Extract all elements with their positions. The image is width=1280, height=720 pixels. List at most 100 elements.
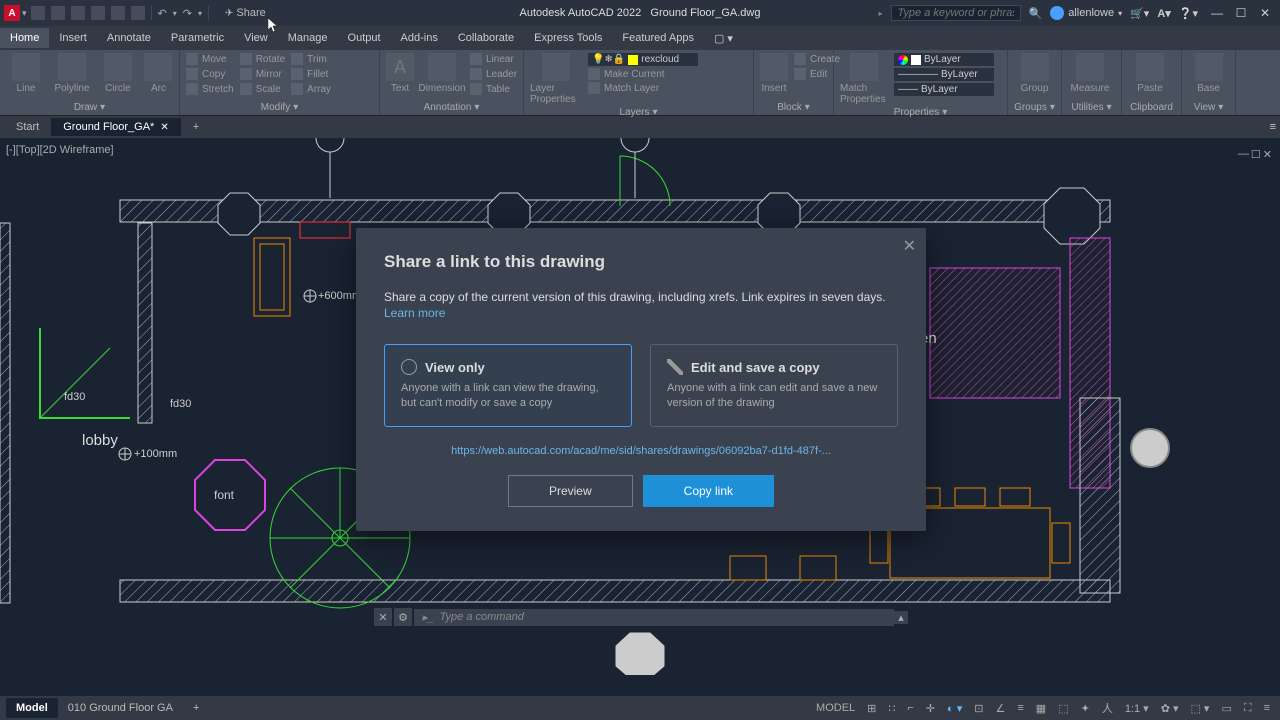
model-tab[interactable]: Model bbox=[6, 698, 58, 718]
tab-parametric[interactable]: Parametric bbox=[161, 28, 234, 48]
fillet-button[interactable]: Fillet bbox=[291, 68, 331, 80]
match-properties-button[interactable]: Match Properties bbox=[840, 53, 888, 105]
cleanscreen-icon[interactable]: ⛶ bbox=[1240, 700, 1256, 717]
osnap-icon[interactable]: ⊡ bbox=[970, 700, 987, 717]
circle-button[interactable]: Circle bbox=[98, 53, 138, 94]
cmd-history-icon[interactable]: ▴ bbox=[894, 611, 908, 624]
group-button[interactable]: Group bbox=[1014, 53, 1055, 94]
lineweight-dropdown[interactable]: —— ByLayer bbox=[894, 83, 994, 96]
match-layer-button[interactable]: Match Layer bbox=[588, 82, 698, 94]
tab-extra[interactable]: ▢ ▾ bbox=[704, 28, 743, 49]
tab-output[interactable]: Output bbox=[338, 28, 391, 48]
leader-button[interactable]: Leader bbox=[470, 68, 517, 80]
quickprops-icon[interactable]: ▭ bbox=[1217, 700, 1235, 717]
layout-tab-1[interactable]: 010 Ground Floor GA bbox=[58, 698, 183, 718]
lineweight-icon[interactable]: ≡ bbox=[1013, 700, 1027, 716]
panel-modify-title[interactable]: Modify ▾ bbox=[186, 100, 373, 115]
scale-button[interactable]: Scale bbox=[240, 83, 285, 95]
drawing-tab[interactable]: Ground Floor_GA*✕ bbox=[51, 118, 181, 136]
share-url[interactable]: https://web.autocad.com/acad/me/sid/shar… bbox=[384, 445, 898, 457]
table-button[interactable]: Table bbox=[470, 83, 517, 95]
panel-block-title[interactable]: Block ▾ bbox=[760, 100, 827, 115]
array-button[interactable]: Array bbox=[291, 83, 331, 95]
rotate-button[interactable]: Rotate bbox=[240, 53, 285, 65]
text-button[interactable]: AText bbox=[386, 53, 414, 94]
stretch-button[interactable]: Stretch bbox=[186, 83, 234, 95]
tab-annotate[interactable]: Annotate bbox=[97, 28, 161, 48]
layer-properties-button[interactable]: Layer Properties bbox=[530, 53, 582, 105]
tab-insert[interactable]: Insert bbox=[49, 28, 97, 48]
mirror-button[interactable]: Mirror bbox=[240, 68, 285, 80]
ortho-icon[interactable]: ⌐ bbox=[903, 700, 917, 716]
linetype-dropdown[interactable]: ———— ByLayer bbox=[894, 68, 994, 81]
trim-button[interactable]: Trim bbox=[291, 53, 331, 65]
cmd-options-icon[interactable]: ⚙ bbox=[394, 608, 412, 626]
workspace-icon[interactable]: ✿ ▾ bbox=[1157, 700, 1183, 717]
autodesk-icon[interactable]: A▾ bbox=[1157, 7, 1170, 20]
panel-annotation-title[interactable]: Annotation ▾ bbox=[386, 100, 517, 115]
new-layout-button[interactable]: + bbox=[183, 698, 209, 718]
tab-home[interactable]: Home bbox=[0, 28, 49, 48]
search-icon[interactable]: 🔍 bbox=[1029, 7, 1043, 20]
insert-button[interactable]: Insert bbox=[760, 53, 788, 94]
maximize-button[interactable]: ☐ bbox=[1230, 4, 1252, 22]
option-edit-copy[interactable]: Edit and save a copy Anyone with a link … bbox=[650, 344, 898, 427]
tabs-menu-icon[interactable]: ≡ bbox=[1270, 121, 1276, 133]
color-dropdown[interactable]: ByLayer bbox=[894, 53, 994, 66]
otrack-icon[interactable]: ∠ bbox=[991, 700, 1009, 717]
help-icon[interactable]: ❔▾ bbox=[1179, 7, 1198, 20]
scale-icon[interactable]: 1:1 ▾ bbox=[1121, 700, 1153, 717]
status-model-button[interactable]: MODEL bbox=[812, 700, 859, 716]
start-tab[interactable]: Start bbox=[4, 118, 51, 136]
tab-manage[interactable]: Manage bbox=[278, 28, 338, 48]
option-view-only[interactable]: View only Anyone with a link can view th… bbox=[384, 344, 632, 427]
save-icon[interactable] bbox=[71, 6, 85, 20]
transparency-icon[interactable]: ▦ bbox=[1032, 700, 1050, 717]
minimize-button[interactable]: — bbox=[1206, 4, 1228, 22]
line-button[interactable]: Line bbox=[6, 53, 46, 94]
saveas-icon[interactable] bbox=[91, 6, 105, 20]
new-tab-button[interactable]: + bbox=[181, 118, 211, 136]
user-account[interactable]: allenlowe ▾ bbox=[1050, 6, 1122, 20]
snap-icon[interactable]: ∷ bbox=[884, 700, 899, 717]
tab-addins[interactable]: Add-ins bbox=[391, 28, 448, 48]
paste-button[interactable]: Paste bbox=[1128, 53, 1172, 94]
panel-groups-title[interactable]: Groups ▾ bbox=[1014, 100, 1055, 115]
arc-button[interactable]: Arc bbox=[144, 53, 173, 94]
command-input[interactable]: ▸_Type a command bbox=[414, 609, 894, 626]
linear-button[interactable]: Linear bbox=[470, 53, 517, 65]
undo-icon[interactable]: ↶ bbox=[158, 7, 167, 20]
panel-view-title[interactable]: View ▾ bbox=[1188, 100, 1229, 115]
layer-dropdown[interactable]: 💡❄🔒rexcloud bbox=[588, 53, 698, 66]
make-current-button[interactable]: Make Current bbox=[588, 68, 698, 80]
cycling-icon[interactable]: ⬚ bbox=[1054, 700, 1072, 717]
measure-button[interactable]: Measure bbox=[1068, 53, 1112, 94]
cart-icon[interactable]: 🛒▾ bbox=[1130, 7, 1149, 20]
app-logo[interactable]: A bbox=[4, 5, 20, 21]
plot-icon[interactable] bbox=[111, 6, 125, 20]
share-button[interactable]: ✈ Share bbox=[225, 7, 266, 19]
base-button[interactable]: Base bbox=[1188, 53, 1229, 94]
panel-properties-title[interactable]: Properties ▾ bbox=[840, 105, 1001, 120]
tab-collaborate[interactable]: Collaborate bbox=[448, 28, 524, 48]
annoscale-icon[interactable]: 人 bbox=[1098, 698, 1117, 718]
preview-button[interactable]: Preview bbox=[508, 475, 633, 507]
annomonitor-icon[interactable]: ✦ bbox=[1077, 700, 1094, 717]
grid-icon[interactable]: ⊞ bbox=[863, 700, 880, 717]
dialog-close-icon[interactable]: ✕ bbox=[903, 236, 916, 256]
tab-featured[interactable]: Featured Apps bbox=[612, 28, 704, 48]
customize-icon[interactable]: ≡ bbox=[1260, 700, 1274, 716]
app-menu-chevron[interactable]: ▾ bbox=[22, 8, 27, 19]
units-icon[interactable]: ⬚ ▾ bbox=[1186, 700, 1213, 717]
tab-express[interactable]: Express Tools bbox=[524, 28, 612, 48]
panel-utilities-title[interactable]: Utilities ▾ bbox=[1068, 100, 1115, 115]
move-button[interactable]: Move bbox=[186, 53, 234, 65]
panel-draw-title[interactable]: Draw ▾ bbox=[6, 100, 173, 115]
open-icon[interactable] bbox=[51, 6, 65, 20]
polar-icon[interactable]: ✛ bbox=[922, 700, 939, 717]
undo-chevron[interactable]: ▾ bbox=[173, 9, 177, 18]
redo-icon[interactable]: ↷ bbox=[183, 7, 192, 20]
isodraft-icon[interactable]: ◐ ▾ bbox=[943, 700, 966, 717]
steering-wheel[interactable] bbox=[1130, 428, 1170, 468]
new-icon[interactable] bbox=[31, 6, 45, 20]
